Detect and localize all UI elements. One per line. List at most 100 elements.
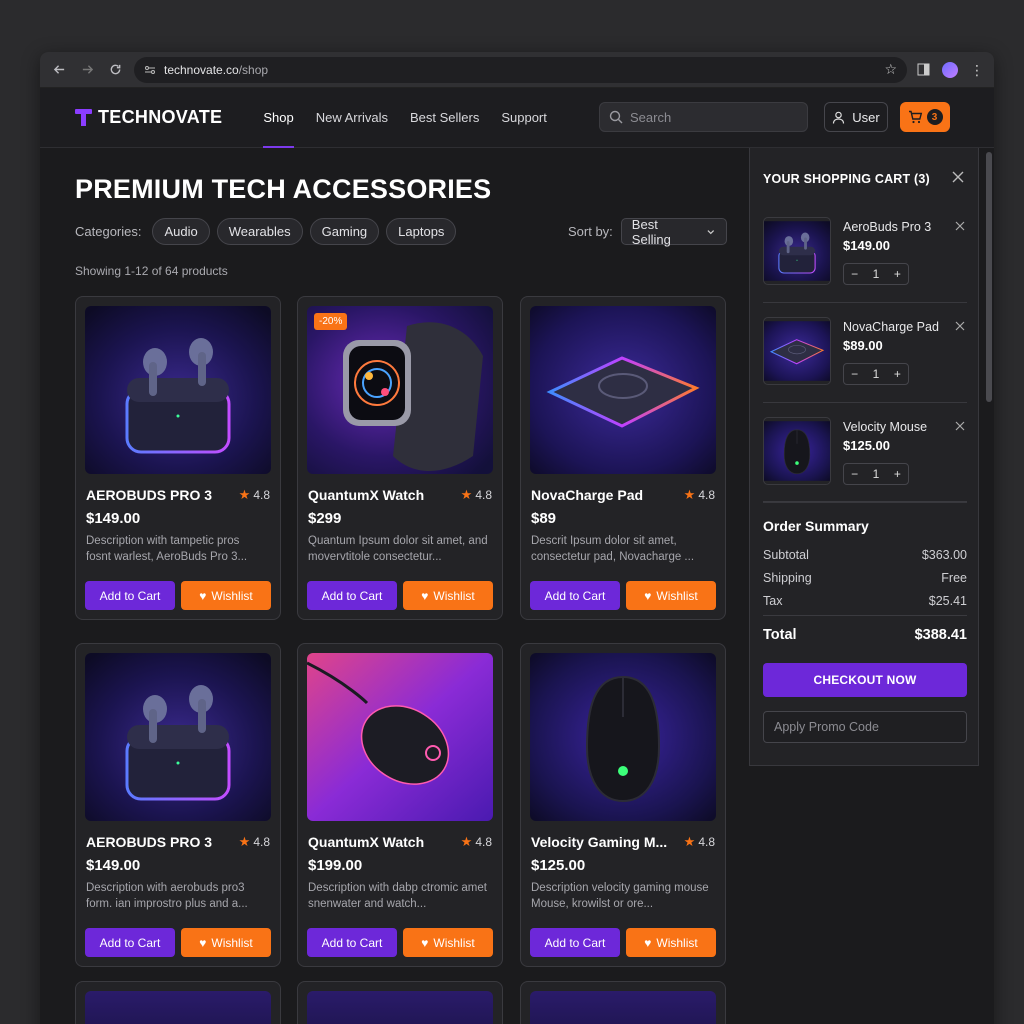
wishlist-button[interactable]: ♥ Wishlist	[403, 928, 493, 957]
product-name[interactable]: AEROBUDS PRO 3	[86, 834, 231, 850]
category-chip-gaming[interactable]: Gaming	[309, 218, 380, 245]
nav-support[interactable]: Support	[501, 88, 547, 148]
cart-item-name: Velocity Mouse	[843, 420, 928, 434]
wishlist-button[interactable]: ♥ Wishlist	[626, 928, 716, 957]
add-to-cart-button[interactable]: Add to Cart	[307, 581, 397, 610]
product-card[interactable]: Velocity Gaming M... ★ 4.8 $125.00 Descri…	[520, 643, 726, 967]
category-filters: Categories: Audio Wearables Gaming Lapto…	[75, 218, 457, 245]
product-image[interactable]	[85, 653, 271, 821]
cart-count-badge: 3	[926, 109, 943, 125]
star-icon: ★	[238, 834, 251, 849]
order-summary-title: Order Summary	[763, 518, 869, 534]
product-name[interactable]: Velocity Gaming M...	[531, 834, 676, 850]
sort-value: Best Selling	[631, 216, 671, 247]
product-name[interactable]: AEROBUDS PRO 3	[86, 487, 231, 503]
brand-logo[interactable]: TECHNOVATE	[75, 107, 222, 128]
nav-shop[interactable]: Shop	[263, 88, 295, 148]
cart-item: NovaCharge Pad $89.00 − 1 +	[763, 317, 967, 403]
profile-avatar[interactable]	[942, 61, 958, 78]
product-price: $89	[531, 510, 557, 527]
product-name[interactable]: NovaCharge Pad	[531, 487, 676, 503]
increase-button[interactable]: +	[887, 367, 908, 381]
remove-item-icon[interactable]	[955, 321, 965, 331]
product-description: Descrit Ipsum dolor sit amet, consectetu…	[531, 535, 695, 563]
product-name[interactable]: QuantumX Watch	[308, 834, 453, 850]
url-domain: technovate.co	[164, 62, 239, 77]
category-chip-audio[interactable]: Audio	[152, 218, 210, 245]
bookmark-star-icon[interactable]: ☆	[884, 61, 897, 78]
cart-item-thumbnail	[763, 217, 831, 285]
cart-button[interactable]: 3	[900, 102, 950, 132]
product-image[interactable]	[85, 991, 271, 1024]
add-to-cart-button[interactable]: Add to Cart	[85, 581, 175, 610]
quantity-stepper: − 1 +	[843, 463, 909, 485]
product-card[interactable]: QuantumX Watch ★ 4.8 $199.00 Description …	[297, 643, 503, 967]
page-scrollbar[interactable]	[986, 152, 992, 402]
product-image[interactable]	[307, 653, 493, 821]
address-bar[interactable]: technovate.co/shop ☆	[134, 56, 907, 83]
remove-item-icon[interactable]	[955, 221, 965, 231]
product-image[interactable]	[85, 306, 271, 474]
wishlist-label: Wishlist	[211, 935, 253, 950]
product-image[interactable]	[530, 306, 716, 474]
category-chip-laptops[interactable]: Laptops	[386, 218, 457, 245]
nav-best-sellers[interactable]: Best Sellers	[410, 88, 479, 148]
checkout-button[interactable]: CHECKOUT NOW	[763, 663, 967, 697]
quantity-stepper: − 1 +	[843, 363, 909, 385]
user-icon	[833, 111, 845, 124]
star-icon: ★	[683, 834, 696, 849]
product-image[interactable]	[530, 653, 716, 821]
product-price: $299	[308, 510, 342, 527]
increase-button[interactable]: +	[887, 467, 908, 481]
product-image[interactable]	[307, 991, 493, 1024]
close-icon[interactable]	[951, 170, 965, 184]
nav-new-arrivals[interactable]: New Arrivals	[316, 88, 388, 148]
cart-item-thumbnail	[763, 417, 831, 485]
quantity-value[interactable]: 1	[865, 367, 886, 381]
product-card[interactable]: AEROBUDS PRO 3 ★ 4.8 $149.00 Description …	[75, 296, 281, 620]
product-card-partial[interactable]	[520, 981, 726, 1024]
quantity-value[interactable]: 1	[865, 467, 886, 481]
product-card[interactable]: NovaCharge Pad ★ 4.8 $89 Descrit Ipsum do…	[520, 296, 726, 620]
category-chip-wearables[interactable]: Wearables	[216, 218, 303, 245]
product-image[interactable]	[307, 306, 493, 474]
add-to-cart-button[interactable]: Add to Cart	[530, 581, 620, 610]
add-to-cart-button[interactable]: Add to Cart	[530, 928, 620, 957]
increase-button[interactable]: +	[887, 267, 908, 281]
sidebar-toggle-icon[interactable]	[917, 63, 930, 76]
product-card[interactable]: -20% QuantumX Watch ★ 4.8 $299 Quantum Ip…	[297, 296, 503, 620]
quantity-value[interactable]: 1	[865, 267, 886, 281]
wishlist-button[interactable]: ♥ Wishlist	[181, 581, 271, 610]
product-card-partial[interactable]	[297, 981, 503, 1024]
product-card[interactable]: AEROBUDS PRO 3 ★ 4.8 $149.00 Description …	[75, 643, 281, 967]
wishlist-button[interactable]: ♥ Wishlist	[626, 581, 716, 610]
product-card-partial[interactable]	[75, 981, 281, 1024]
reload-icon[interactable]	[106, 61, 124, 79]
cart-item-name: NovaCharge Pad	[843, 320, 939, 334]
add-to-cart-button[interactable]: Add to Cart	[307, 928, 397, 957]
product-name[interactable]: QuantumX Watch	[308, 487, 453, 503]
remove-item-icon[interactable]	[955, 421, 965, 431]
decrease-button[interactable]: −	[844, 267, 865, 281]
decrease-button[interactable]: −	[844, 467, 865, 481]
site-settings-icon[interactable]	[144, 64, 156, 76]
tax-row: Tax $25.41	[763, 594, 967, 608]
decrease-button[interactable]: −	[844, 367, 865, 381]
user-button[interactable]: User	[824, 102, 888, 132]
subtotal-label: Subtotal	[763, 548, 809, 562]
wishlist-button[interactable]: ♥ Wishlist	[403, 581, 493, 610]
product-image[interactable]	[530, 991, 716, 1024]
promo-code-input[interactable]	[774, 720, 954, 734]
user-label: User	[852, 109, 880, 125]
back-icon[interactable]	[50, 61, 68, 79]
wishlist-button[interactable]: ♥ Wishlist	[181, 928, 271, 957]
search-input[interactable]	[630, 109, 790, 125]
forward-icon[interactable]	[78, 61, 96, 79]
heart-icon: ♥	[199, 588, 207, 603]
rating-value: 4.8	[475, 835, 492, 849]
sort-dropdown[interactable]: Best Selling	[620, 216, 727, 247]
rating-value: 4.8	[253, 835, 270, 849]
add-to-cart-button[interactable]: Add to Cart	[85, 928, 175, 957]
star-icon: ★	[238, 487, 251, 502]
browser-menu-icon[interactable]: ⋮	[970, 63, 984, 77]
